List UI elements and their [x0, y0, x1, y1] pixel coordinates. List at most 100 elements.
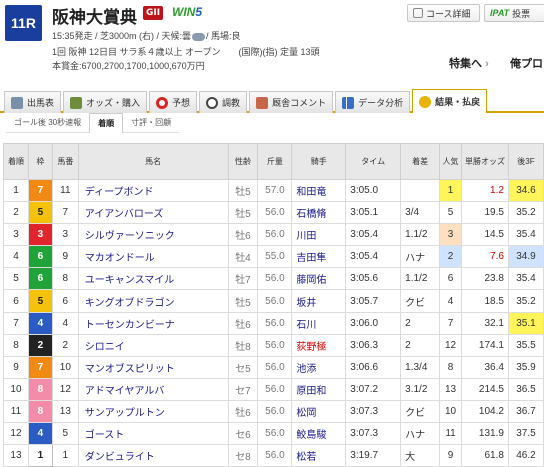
tab-entries[interactable]: 出馬表: [4, 91, 62, 113]
gate-number: 6: [27, 267, 53, 291]
jockey-name-link[interactable]: 川田: [291, 223, 347, 247]
win5-text: WIN: [172, 5, 196, 19]
win-odds: 18.5: [461, 289, 509, 313]
col-header[interactable]: 斤量: [257, 143, 293, 180]
jockey-name-link[interactable]: 和田竜: [291, 178, 347, 203]
col-header[interactable]: 着差: [400, 143, 441, 180]
jockey-name-link[interactable]: 藤岡佑: [291, 267, 347, 291]
jockey-name-link[interactable]: 松若: [291, 444, 347, 467]
jockey-name-link[interactable]: 池添: [291, 355, 347, 379]
finish-time: 3:05.6: [345, 267, 402, 291]
horse-name-link[interactable]: シルヴァーソニック: [77, 223, 229, 247]
horse-name-link[interactable]: ゴースト: [77, 422, 229, 446]
finish-position: 5: [3, 267, 29, 291]
tab-data-analysis[interactable]: データ分析: [335, 91, 411, 113]
tab-label: データ分析: [358, 98, 404, 108]
col-header[interactable]: 後3F: [507, 143, 544, 180]
carried-weight: 56.0: [257, 267, 293, 291]
table-row: 9 7 10 マンオブスピリット セ5 56.0 池添 3:06.6 1.3/4 8 36.4 35.…: [3, 355, 544, 379]
gate-number: 8: [27, 377, 53, 401]
horse-number: 9: [51, 245, 79, 269]
jockey-name-link[interactable]: 荻野極: [291, 333, 347, 357]
table-row: 8 2 2 シロニイ 牡8 56.0 荻野極 3:06.3 2 12 174.1 35.5: [3, 333, 544, 357]
gate-number: 3: [27, 223, 53, 247]
horse-name-link[interactable]: アイアンバローズ: [77, 201, 229, 225]
result-subtabs: ゴール後 30秒速報 着順 寸評・回顧: [0, 113, 544, 133]
stopwatch-icon: [206, 96, 219, 109]
finish-time: 3:05.7: [345, 289, 402, 313]
carried-weight: 56.0: [257, 422, 293, 446]
subtab-finishing-order[interactable]: 着順: [89, 113, 124, 133]
carried-weight: 56.0: [257, 223, 293, 247]
horse-name-link[interactable]: アドマイヤアルバ: [77, 377, 229, 401]
col-header[interactable]: 枠: [27, 143, 53, 180]
carried-weight: 56.0: [257, 355, 293, 379]
gate-number: 8: [27, 399, 53, 424]
col-header[interactable]: タイム: [345, 143, 402, 180]
finish-position: 2: [3, 201, 29, 225]
popularity: 8: [439, 355, 463, 379]
col-header[interactable]: 単勝オッズ: [461, 143, 509, 180]
last-3f: 37.5: [507, 422, 544, 446]
jockey-name-link[interactable]: 吉田隼: [291, 245, 347, 269]
gate-number: 5: [27, 289, 53, 313]
finish-time: 3:05.1: [345, 201, 402, 225]
jockey-name-link[interactable]: 石橋脩: [291, 201, 347, 225]
col-header[interactable]: 着順: [3, 143, 29, 180]
sex-age: 牡6: [227, 223, 259, 247]
jockey-name-link[interactable]: 石川: [291, 311, 347, 335]
sex-age: 牡7: [227, 267, 259, 291]
course-detail-label: コース詳細: [426, 8, 471, 19]
last-3f: 35.4: [507, 223, 544, 247]
tab-results[interactable]: 結果・払戻: [412, 89, 488, 113]
orepro-link[interactable]: 俺プロ: [510, 55, 543, 71]
col-header[interactable]: 馬番: [51, 143, 79, 180]
tab-odds[interactable]: オッズ・購入: [63, 91, 148, 113]
last-3f: 35.5: [507, 333, 544, 357]
horse-name-link[interactable]: マカオンドール: [77, 245, 229, 269]
table-row: 10 8 12 アドマイヤアルバ セ7 56.0 原田和 3:07.2 3.1/2 13 214.5…: [3, 377, 544, 401]
feature-link[interactable]: 特集へ ›: [449, 55, 489, 71]
horse-name-link[interactable]: シロニイ: [77, 333, 229, 357]
target-icon: [156, 96, 169, 109]
horse-name-link[interactable]: ダンビュライト: [77, 444, 229, 467]
col-header[interactable]: 騎手: [291, 143, 347, 180]
jockey-name-link[interactable]: 原田和: [291, 377, 347, 401]
col-header[interactable]: 人気: [439, 143, 463, 180]
horse-name-link[interactable]: ユーキャンスマイル: [77, 267, 229, 291]
horse-name-link[interactable]: サンアップルトン: [77, 399, 229, 424]
popularity: 10: [439, 399, 463, 424]
gate-number: 7: [27, 178, 53, 203]
finish-position: 11: [3, 399, 29, 424]
tab-stable-comment[interactable]: 厩舎コメント: [249, 91, 334, 113]
horse-name-link[interactable]: トーセンカンビーナ: [77, 311, 229, 335]
gate-number: 5: [27, 201, 53, 225]
carried-weight: 56.0: [257, 444, 293, 467]
horse-name-link[interactable]: マンオブスピリット: [77, 355, 229, 379]
win5-logo[interactable]: WIN5: [172, 5, 202, 19]
jockey-name-link[interactable]: 松岡: [291, 399, 347, 424]
jockey-name-link[interactable]: 鮫島駿: [291, 422, 347, 446]
sex-age: 牡6: [227, 399, 259, 424]
col-header[interactable]: 性齢: [227, 143, 259, 180]
jockey-name-link[interactable]: 坂井: [291, 289, 347, 313]
course-detail-button[interactable]: コース詳細: [407, 4, 480, 22]
gate-number: 4: [27, 311, 53, 335]
horse-name-link[interactable]: ディープボンド: [77, 178, 229, 203]
horse-name-link[interactable]: キングオブドラゴン: [77, 289, 229, 313]
margin: クビ: [400, 399, 441, 424]
finish-position: 4: [3, 245, 29, 269]
subtab-quick-result[interactable]: ゴール後 30秒速報: [6, 113, 90, 133]
tab-prediction[interactable]: 予想: [149, 91, 198, 113]
col-header[interactable]: 馬名: [77, 143, 229, 180]
popularity: 6: [439, 267, 463, 291]
finish-position: 13: [3, 444, 29, 467]
finish-position: 7: [3, 311, 29, 335]
tab-label: 厩舎コメント: [272, 98, 327, 108]
odds-icon: [70, 96, 83, 109]
tab-training[interactable]: 調教: [199, 91, 248, 113]
subtab-review[interactable]: 寸評・回顧: [123, 113, 180, 133]
carried-weight: 56.0: [257, 333, 293, 357]
ipat-vote-button[interactable]: IPAT 投票: [484, 4, 544, 22]
carried-weight: 56.0: [257, 289, 293, 313]
